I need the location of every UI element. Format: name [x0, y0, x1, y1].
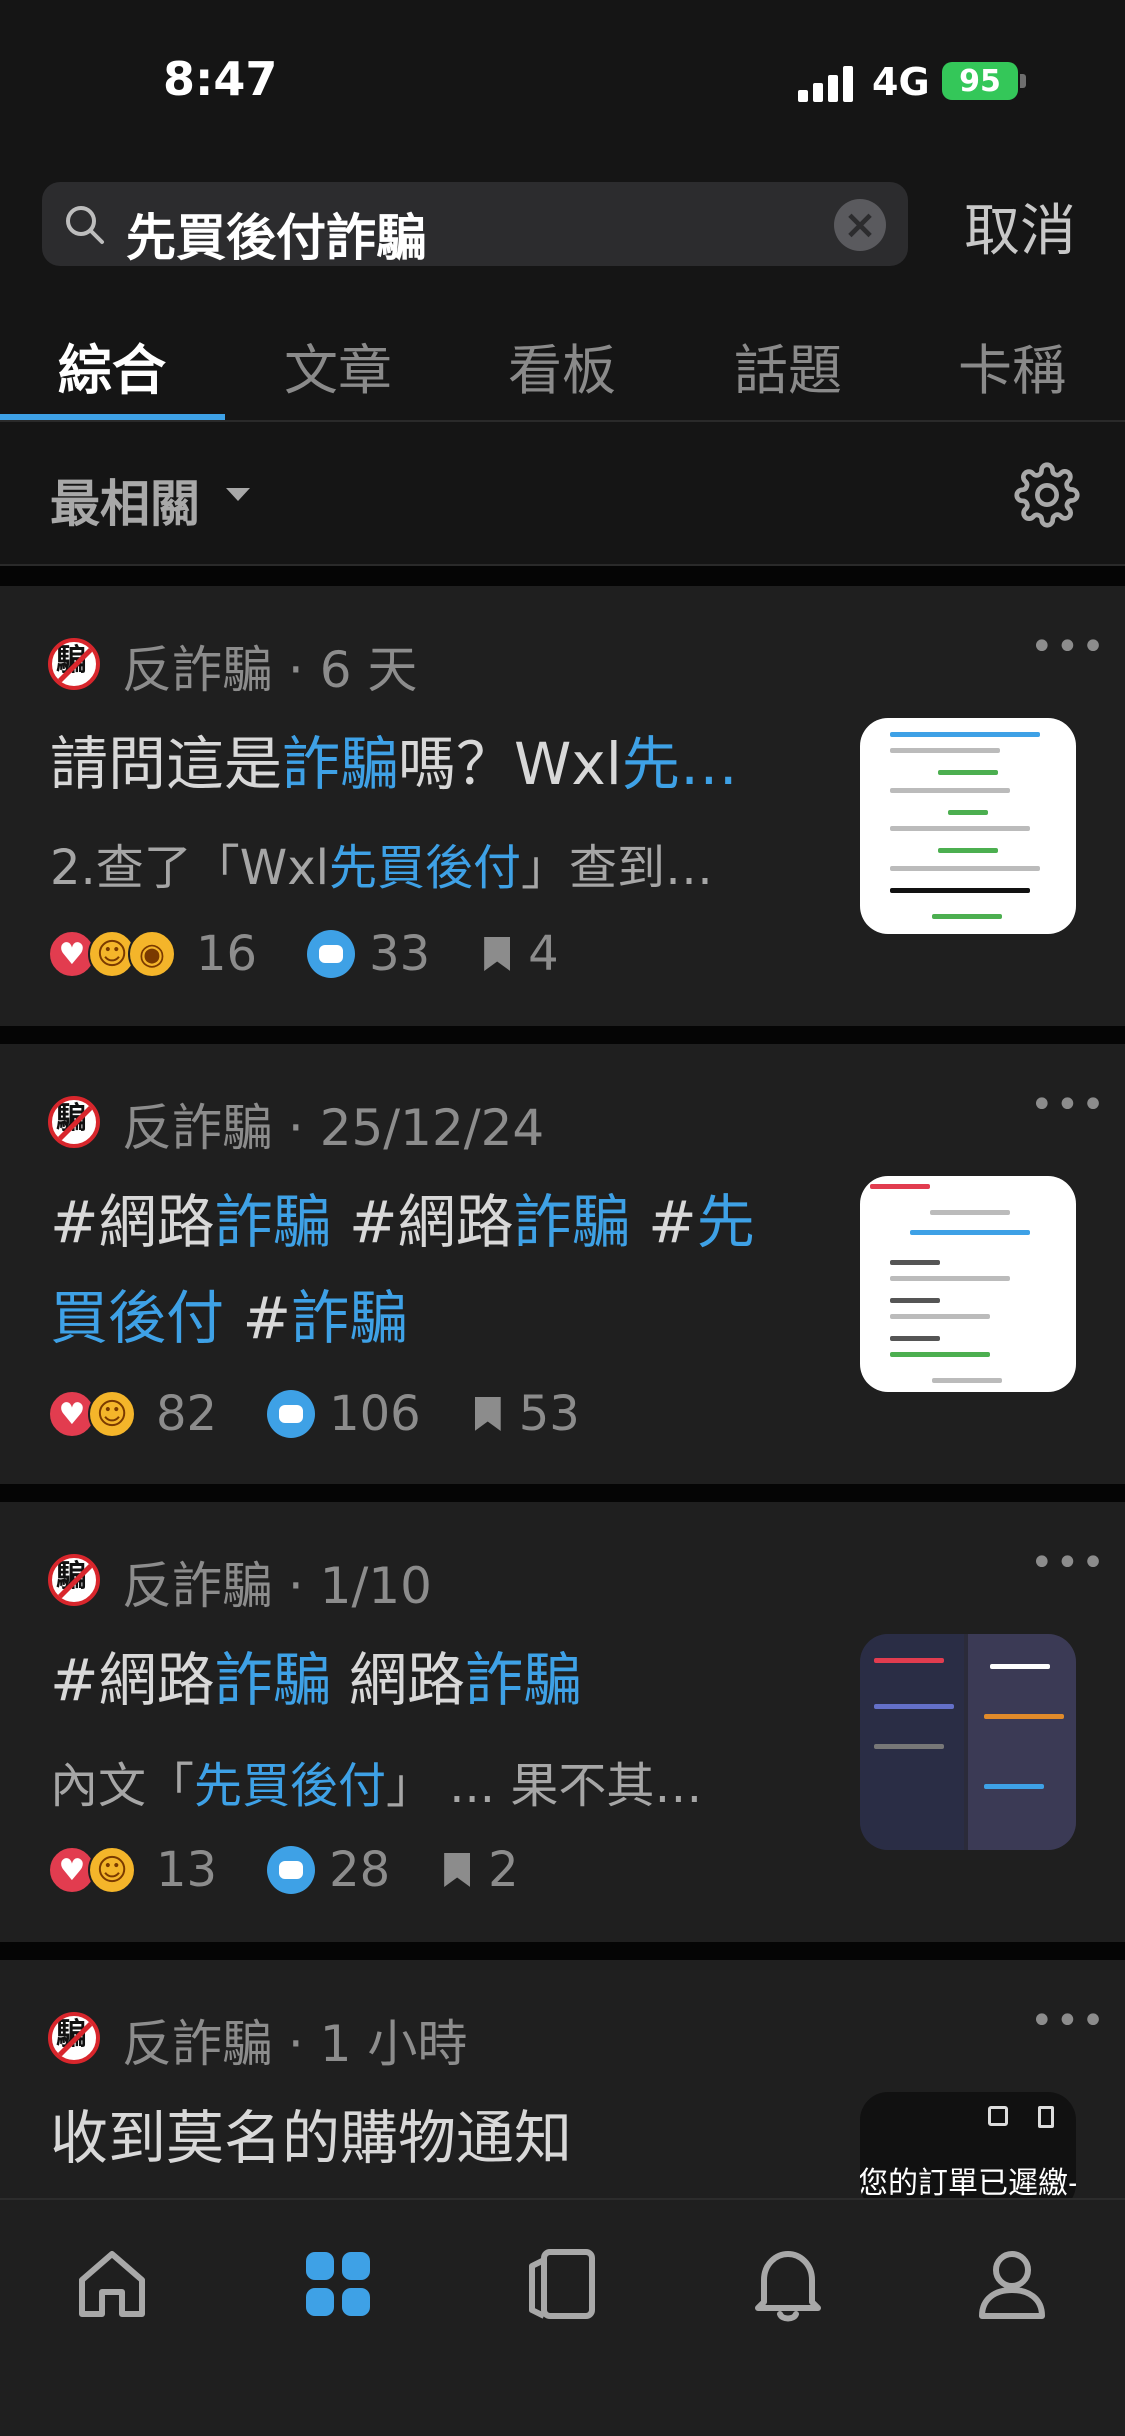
post-title: #網路詐騙 #網路詐騙 #先買後付 #詐騙 — [50, 1188, 755, 1352]
battery-cap — [1020, 74, 1026, 88]
post-excerpt: 2.查了「Wxl先買後付」查到… — [50, 840, 714, 896]
signal-icon — [798, 66, 853, 102]
thumbnail-text: 您的訂單已遲繳- — [860, 2166, 1076, 2198]
forum-avatar: 騙 — [48, 1554, 100, 1606]
post-meta: 反詐騙 · 25/12/24 — [122, 1099, 545, 1157]
download-icon — [988, 2106, 1008, 2126]
search-tabs: 綜合 文章 看板 話題 卡稱 — [0, 310, 1125, 422]
tab-articles[interactable]: 文章 — [284, 326, 392, 405]
cards-icon[interactable] — [522, 2244, 602, 2324]
post-meta: 反詐騙 · 1 小時 — [122, 2015, 468, 2073]
divider — [0, 1484, 1125, 1502]
forum-avatar: 騙 — [48, 1096, 100, 1148]
search-query: 先買後付詐騙 — [126, 209, 426, 267]
post-stats: ♥ ☺ 82 106 53 — [48, 1386, 580, 1442]
bottom-nav — [0, 2198, 1125, 2436]
forum-avatar: 騙 — [48, 2012, 100, 2064]
post-card[interactable]: 騙 反詐騙 · 1/10 ••• #網路詐騙 網路詐騙 內文「先買後付」 ...… — [0, 1502, 1125, 1942]
battery-level: 95 — [959, 63, 1001, 99]
bell-icon[interactable] — [748, 2244, 828, 2324]
status-time: 8:47 — [163, 52, 278, 106]
post-thumbnail: 您的訂單已遲繳- — [860, 2092, 1076, 2198]
cancel-button[interactable]: 取消 — [964, 186, 1076, 267]
active-tab-indicator — [0, 414, 225, 420]
post-meta: 反詐騙 · 1/10 — [122, 1557, 432, 1615]
reaction-count: 13 — [156, 1842, 218, 1898]
post-thumbnail — [860, 1634, 1076, 1850]
trash-icon — [1038, 2106, 1054, 2128]
bookmark-icon — [484, 937, 511, 971]
wow-reaction-icon: ◉ — [128, 930, 176, 978]
tab-all[interactable]: 綜合 — [58, 326, 166, 405]
laugh-reaction-icon: ☺ — [88, 1846, 136, 1894]
more-options-icon[interactable]: ••• — [1030, 1082, 1107, 1128]
comment-count: 28 — [329, 1842, 391, 1898]
post-stats: ♥ ☺ ◉ 16 33 4 — [48, 926, 559, 982]
bookmark-icon — [444, 1853, 471, 1887]
profile-icon[interactable] — [972, 2244, 1052, 2324]
post-thumbnail — [860, 1176, 1076, 1392]
post-card[interactable]: 騙 反詐騙 · 25/12/24 ••• #網路詐騙 #網路詐騙 #先買後付 #… — [0, 1044, 1125, 1484]
post-thumbnail — [860, 718, 1076, 934]
comment-icon — [307, 930, 356, 978]
status-bar: 8:47 4G 95 — [0, 0, 1125, 160]
home-icon[interactable] — [72, 2244, 152, 2324]
tab-topics[interactable]: 話題 — [734, 326, 842, 405]
save-count: 4 — [528, 926, 559, 982]
save-count: 2 — [488, 1842, 519, 1898]
post-card[interactable]: 騙 反詐騙 · 6 天 ••• 請問這是詐騙嗎？Wxl先… 2.查了「Wxl先買… — [0, 586, 1125, 1026]
tab-boards[interactable]: 看板 — [508, 326, 616, 405]
divider — [0, 1942, 1125, 1960]
post-excerpt: 內文「先買後付」 ... 果不其… — [50, 1758, 703, 1814]
post-title: 請問這是詐騙嗎？Wxl先… — [50, 730, 738, 798]
chevron-down-icon — [226, 488, 250, 501]
gear-icon[interactable] — [1014, 462, 1080, 528]
search-icon — [66, 206, 104, 244]
sort-dropdown[interactable]: 最相關 — [50, 464, 200, 536]
comment-count: 106 — [329, 1386, 421, 1442]
battery-icon: 95 — [942, 62, 1018, 100]
save-count: 53 — [518, 1386, 580, 1442]
more-options-icon[interactable]: ••• — [1030, 1540, 1107, 1586]
search-input[interactable]: 先買後付詐騙 × — [42, 182, 908, 267]
divider — [0, 566, 1125, 586]
more-options-icon[interactable]: ••• — [1030, 624, 1107, 670]
post-title: #網路詐騙 網路詐騙 — [50, 1646, 582, 1714]
reaction-count: 16 — [196, 926, 258, 982]
forum-avatar: 騙 — [48, 638, 100, 690]
post-stats: ♥ ☺ 13 28 2 — [48, 1842, 519, 1898]
network-label: 4G — [872, 60, 930, 104]
comment-icon — [267, 1390, 316, 1438]
comment-count: 33 — [369, 926, 431, 982]
post-title: 收到莫名的購物通知 — [50, 2104, 573, 2172]
post-meta: 反詐騙 · 6 天 — [122, 641, 418, 699]
laugh-reaction-icon: ☺ — [88, 1390, 136, 1438]
tab-personas[interactable]: 卡稱 — [958, 326, 1066, 405]
post-card[interactable]: 騙 反詐騙 · 1 小時 ••• 收到莫名的購物通知 您的訂單已遲繳- — [0, 1960, 1125, 2198]
sort-bar: 最相關 — [0, 424, 1125, 566]
bookmark-icon — [474, 1397, 501, 1431]
divider — [0, 1026, 1125, 1044]
grid-icon[interactable] — [298, 2244, 378, 2324]
clear-icon[interactable]: × — [834, 199, 886, 251]
reaction-count: 82 — [156, 1386, 218, 1442]
more-options-icon[interactable]: ••• — [1030, 1998, 1107, 2044]
comment-icon — [267, 1846, 316, 1894]
